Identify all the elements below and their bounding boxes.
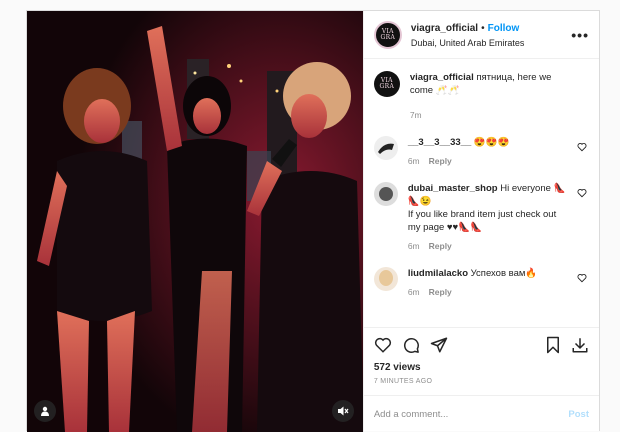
post-timestamp[interactable]: 7 MINUTES AGO	[364, 375, 599, 395]
comment-username[interactable]: liudmilalacko	[408, 268, 468, 279]
avatar-image	[373, 136, 398, 160]
avatar-logo-text: VIA GRA	[379, 77, 395, 90]
video-frame	[27, 11, 363, 432]
avatar-logo-text: VIA GRA	[380, 27, 396, 41]
tag-icon	[41, 406, 49, 416]
post-button[interactable]: Post	[568, 409, 589, 420]
avatar[interactable]: VIA GRA	[373, 20, 402, 49]
tag-people-button[interactable]	[34, 400, 56, 422]
commenter-avatar[interactable]	[373, 182, 398, 206]
reply-button[interactable]: Reply	[429, 241, 452, 251]
heart-icon[interactable]	[577, 188, 587, 198]
comment-time[interactable]: 6m	[408, 156, 420, 166]
caption-time[interactable]: 7m	[410, 110, 422, 120]
comment-input[interactable]	[373, 408, 569, 420]
comment-time[interactable]: 6m	[408, 287, 420, 297]
comment-username[interactable]: __3__3__33__	[408, 137, 471, 148]
list-item: dubai_master_shop Hi everyone 👠👠😉 If you…	[373, 182, 589, 253]
commenter-avatar[interactable]	[373, 136, 398, 160]
share-icon[interactable]	[430, 336, 448, 354]
avatar[interactable]: VIA GRA	[373, 71, 400, 97]
post-video[interactable]	[27, 11, 363, 432]
list-item: liudmilalacko Успехов вам🔥 6m Reply	[373, 267, 589, 299]
mute-button[interactable]	[331, 400, 354, 422]
post-sidebar: VIA GRA viagra_official • Follow Dubai, Un…	[362, 11, 599, 432]
comments-list: VIA GRA viagra_official пятница, here we…	[364, 59, 599, 327]
comment-text-continued: If you like brand item just check out my…	[407, 209, 557, 233]
action-bar	[363, 327, 599, 361]
comment-username[interactable]: dubai_master_shop	[408, 183, 498, 194]
caption: VIA GRA viagra_official пятница, here we…	[373, 71, 589, 122]
follow-button[interactable]: Follow	[488, 23, 520, 34]
header-info: viagra_official • Follow Dubai, United Ara…	[411, 20, 571, 50]
avatar-image	[373, 267, 398, 291]
heart-icon[interactable]	[577, 142, 587, 152]
comment-icon[interactable]	[402, 336, 420, 354]
commenter-avatar[interactable]	[373, 267, 398, 291]
comment-text: Успехов вам🔥	[468, 268, 538, 279]
list-item: __3__3__33__ 😍😍😍 6m Reply	[373, 136, 589, 168]
comment-time[interactable]: 6m	[408, 241, 420, 251]
mute-icon	[337, 406, 349, 416]
caption-username[interactable]: viagra_official	[410, 72, 474, 83]
post-header: VIA GRA viagra_official • Follow Dubai, Un…	[363, 11, 599, 59]
download-icon[interactable]	[571, 336, 589, 354]
heart-icon[interactable]	[374, 336, 392, 354]
reply-button[interactable]: Reply	[429, 287, 452, 297]
add-comment-bar: Post	[363, 395, 599, 432]
view-count[interactable]: 572 views	[364, 361, 599, 375]
separator-dot: •	[481, 22, 485, 34]
location-link[interactable]: Dubai, United Arab Emirates	[411, 36, 571, 50]
heart-icon[interactable]	[577, 273, 587, 283]
avatar-image	[373, 182, 398, 206]
instagram-post: VIA GRA viagra_official • Follow Dubai, Un…	[26, 10, 600, 432]
reply-button[interactable]: Reply	[429, 156, 452, 166]
bookmark-icon[interactable]	[545, 336, 561, 354]
comment-text: 😍😍😍	[471, 137, 510, 148]
more-options-icon[interactable]: •••	[571, 27, 589, 43]
author-username[interactable]: viagra_official	[411, 23, 478, 34]
